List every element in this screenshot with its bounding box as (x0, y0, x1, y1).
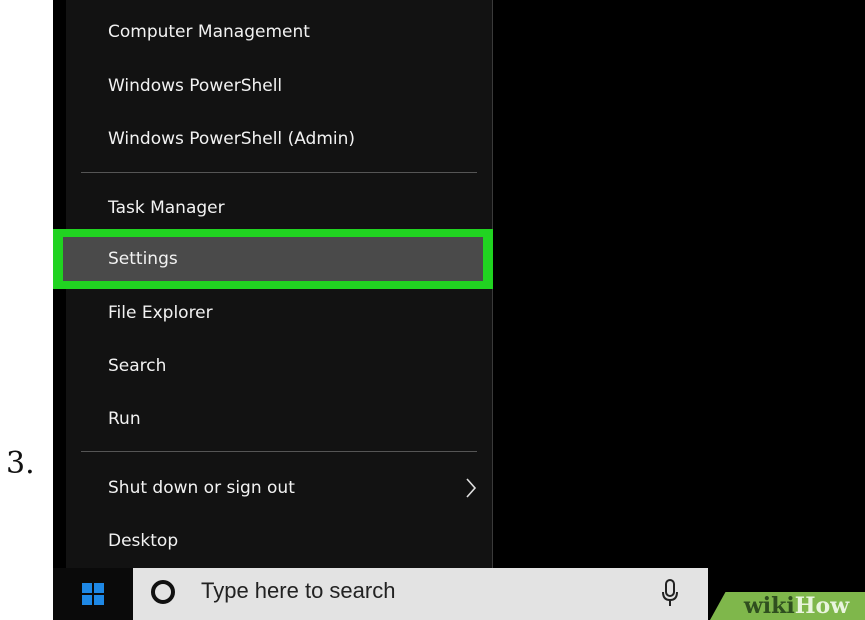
menu-item-label: File Explorer (108, 303, 213, 323)
watermark-wiki: wiki (743, 593, 795, 619)
menu-item-label: Search (108, 356, 167, 376)
menu-item-label: Windows PowerShell (108, 76, 283, 96)
menu-item-shut-down-or-sign-out[interactable]: Shut down or sign out (66, 468, 492, 508)
wikihow-watermark: wiki How (710, 592, 865, 620)
menu-item-label: Run (108, 409, 141, 429)
menu-separator (81, 451, 477, 452)
menu-item-desktop[interactable]: Desktop (66, 521, 492, 561)
menu-item-label: Desktop (108, 531, 179, 551)
menu-item-file-explorer[interactable]: File Explorer (66, 293, 492, 333)
menu-item-task-manager[interactable]: Task Manager (66, 188, 492, 228)
settings-highlight-box: Settings (63, 237, 483, 281)
power-user-menu: Computer Management Windows PowerShell W… (53, 0, 493, 578)
menu-item-computer-management[interactable]: Computer Management (66, 12, 492, 52)
screenshot: Computer Management Windows PowerShell W… (53, 0, 865, 620)
start-button[interactable] (53, 568, 133, 620)
menu-item-label: Windows PowerShell (Admin) (108, 129, 356, 149)
menu-item-windows-powershell[interactable]: Windows PowerShell (66, 66, 492, 106)
microphone-icon[interactable] (661, 578, 679, 608)
menu-item-label: Computer Management (108, 22, 310, 42)
taskbar-search-box[interactable]: Type here to search (133, 568, 708, 620)
menu-item-windows-powershell-admin[interactable]: Windows PowerShell (Admin) (66, 119, 492, 159)
search-placeholder: Type here to search (201, 578, 396, 603)
watermark-how: How (794, 593, 850, 619)
step-number: 3. (6, 446, 35, 481)
windows-logo-icon (82, 583, 104, 605)
menu-item-label: Settings (108, 249, 178, 269)
menu-separator (81, 172, 477, 173)
chevron-right-icon (466, 478, 477, 498)
menu-item-settings[interactable]: Settings (53, 229, 493, 289)
cortana-icon (151, 580, 175, 604)
menu-item-search[interactable]: Search (66, 346, 492, 386)
menu-item-run[interactable]: Run (66, 399, 492, 439)
menu-item-label: Task Manager (108, 198, 225, 218)
menu-item-label: Shut down or sign out (108, 478, 295, 498)
